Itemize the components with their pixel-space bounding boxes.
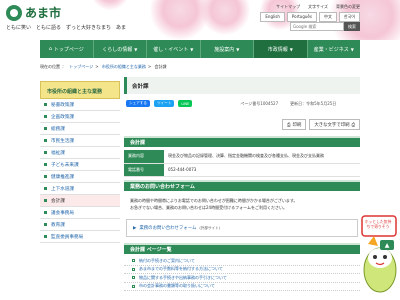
- bullet-icon: [44, 151, 47, 154]
- bullet-icon: [44, 223, 47, 226]
- facebook-share-button[interactable]: シェアする: [126, 100, 150, 107]
- info-table: 業務内容 現金及び物品の記録管理、決算、指定金融機関の検査及び各種支払、現金及び…: [124, 150, 360, 177]
- sitemap-link[interactable]: サイトマップ: [276, 4, 300, 10]
- sidebar-item[interactable]: 企画政策課: [40, 111, 120, 123]
- nav-business[interactable]: 産業・ビジネス ▼: [308, 40, 361, 58]
- contact-section-heading: 業務のお問い合わせフォーム: [124, 180, 360, 191]
- bullet-icon: [44, 187, 47, 190]
- chevron-down-icon: ▼: [190, 46, 194, 52]
- utility-links: サイトマップ 文字サイズ 背景色の変更: [276, 4, 360, 10]
- language-selector: English Português 中文 한국어: [260, 12, 360, 22]
- sidebar-item[interactable]: 監査委員事務局: [40, 231, 120, 243]
- lang-portuguese[interactable]: Português: [286, 12, 317, 22]
- sidebar-item-current[interactable]: 会計課: [40, 195, 120, 207]
- site-header: あま市 ともに笑い ともに語る ずっと大好きなまち あま サイトマップ 文字サイ…: [0, 0, 400, 40]
- bullet-icon: [132, 267, 135, 271]
- search-box: 検索: [290, 22, 360, 31]
- home-icon: ⌂: [48, 46, 52, 52]
- page-list-heading: 会計課 ページ一覧: [124, 243, 360, 254]
- chevron-down-icon: ▼: [236, 46, 240, 52]
- table-row: 業務内容 現金及び物品の記録管理、決算、指定金融機関の検査及び各種支払、現金及び…: [124, 150, 360, 164]
- sidebar-item[interactable]: 教育課: [40, 219, 120, 231]
- printer-icon: ⎙: [351, 122, 355, 128]
- page-list: 納付の手続きのご案内について あま市までの手数料等を納付する方法について 物品に…: [124, 257, 360, 291]
- sidebar-item[interactable]: 上下水道課: [40, 183, 120, 195]
- bullet-icon: [44, 139, 47, 142]
- bullet-icon: [44, 115, 47, 118]
- bullet-icon: [132, 259, 135, 263]
- list-item[interactable]: 物品に関する手続きや出納事務の手引きについて: [124, 274, 360, 283]
- sidebar-item[interactable]: 健康推進課: [40, 171, 120, 183]
- bg-color-link[interactable]: 背景色の変更: [336, 4, 360, 10]
- breadcrumb-home[interactable]: トップページ: [69, 64, 93, 69]
- nav-events[interactable]: 催し・イベント ▼: [147, 40, 201, 58]
- list-item[interactable]: 市の会計事務の書類等の取り扱いについて: [124, 283, 360, 291]
- page-title: 会計課: [124, 77, 360, 94]
- print-tools: ⎙ 印刷 大きな文字で印刷 ⎙: [124, 119, 360, 130]
- list-item[interactable]: 納付の手続きのご案内について: [124, 257, 360, 266]
- nav-facilities[interactable]: 施設案内 ▼: [201, 40, 254, 58]
- bullet-icon: [44, 175, 47, 178]
- list-item[interactable]: あま市までの手数料等を納付する方法について: [124, 266, 360, 274]
- table-row: 電話番号 052-444-0073: [124, 163, 360, 177]
- table-header-cell: 電話番号: [124, 163, 164, 176]
- tweet-button[interactable]: ツイート: [153, 100, 175, 107]
- bullet-icon: [132, 276, 135, 280]
- sidebar-item[interactable]: 市民生活課: [40, 135, 120, 147]
- contact-form-link[interactable]: ▶ 業務のお問い合わせフォーム (外部サイト): [126, 219, 358, 237]
- bullet-icon: [44, 103, 47, 106]
- table-cell: 現金及び物品の記録管理、決算、指定金融機関の検査及び各種支払、現金及び支払業務: [168, 153, 324, 158]
- breadcrumb-current: 会計課: [154, 64, 167, 69]
- breadcrumb-label: 現在の位置: [40, 64, 60, 69]
- logo-text: あま市: [25, 6, 62, 20]
- sidebar-item[interactable]: 福祉課: [40, 147, 120, 159]
- search-button[interactable]: 検索: [344, 22, 360, 31]
- bullet-icon: [44, 235, 47, 238]
- breadcrumb-org[interactable]: 市役所の組織と主な業務: [102, 64, 146, 69]
- page: あま市 ともに笑い ともに語る ずっと大好きなまち あま サイトマップ 文字サイ…: [0, 0, 400, 300]
- nav-city-info[interactable]: 市政情報 ▼: [254, 40, 308, 58]
- contact-text: 業務の時間や時間帯によりお電話でのお問い合わせが困難に時間がかかる場合がございま…: [130, 198, 298, 210]
- chevron-down-icon: ▼: [289, 46, 293, 52]
- bullet-icon: [44, 127, 47, 130]
- bullet-icon: [44, 199, 47, 202]
- global-nav: ⌂ トップページ くらしの情報 ▼ 催し・イベント ▼ 施設案内 ▼ 市政情報 ▼ 産業・…: [40, 40, 360, 58]
- bullet-icon: [132, 284, 135, 288]
- font-size-link[interactable]: 文字サイズ: [308, 4, 328, 10]
- page-id: ページ番号1004527: [240, 100, 279, 106]
- tagline: ともに笑い ともに語る ずっと大好きなまち あま: [6, 25, 127, 31]
- sidebar: 市役所の組織と主な業務 秘書政策課 企画政策課 総務課 市民生活課 福祉課 子ど…: [40, 81, 120, 243]
- nav-home[interactable]: ⌂ トップページ: [40, 40, 94, 58]
- table-header-cell: 業務内容: [124, 150, 164, 163]
- site-logo[interactable]: あま市: [6, 4, 61, 21]
- chevron-down-icon: ▼: [350, 46, 354, 52]
- lang-chinese[interactable]: 中文: [318, 12, 337, 22]
- print-button[interactable]: ⎙ 印刷: [282, 119, 307, 130]
- city-emblem-icon: [6, 4, 22, 21]
- large-print-button[interactable]: 大きな文字で印刷 ⎙: [309, 119, 360, 130]
- table-cell: 052-444-0073: [168, 166, 197, 172]
- mascot-sign-text: ホッとした気持ちで寄りそう: [364, 219, 392, 229]
- sidebar-item[interactable]: 議会事務局: [40, 207, 120, 219]
- printer-icon: ⎙: [287, 122, 291, 128]
- nav-living[interactable]: くらしの情報 ▼: [94, 40, 147, 58]
- main-content: 会計課 シェアする ツイート LINE ページ番号1004527 更新日：令和5…: [124, 77, 360, 291]
- arrow-right-icon: ▶: [133, 225, 137, 231]
- bullet-icon: [44, 163, 47, 166]
- lang-english[interactable]: English: [260, 12, 285, 22]
- sidebar-item[interactable]: 総務課: [40, 123, 120, 135]
- chevron-down-icon: ▼: [134, 46, 138, 52]
- line-share-button[interactable]: LINE: [178, 100, 193, 107]
- sidebar-item[interactable]: 子ども未来課: [40, 159, 120, 171]
- bullet-icon: [44, 211, 47, 214]
- breadcrumb: 現在の位置： トップページ > 市役所の組織と主な業務 > 会計課: [40, 64, 167, 69]
- search-input[interactable]: [290, 22, 344, 31]
- sidebar-heading[interactable]: 市役所の組織と主な業務: [40, 81, 120, 99]
- sidebar-item[interactable]: 秘書政策課: [40, 99, 120, 111]
- updated-date: 更新日：令和5年5月25日: [290, 100, 337, 106]
- page-top-button[interactable]: ▲: [380, 240, 394, 250]
- lang-korean[interactable]: 한국어: [338, 12, 360, 22]
- section-heading: 会計課: [124, 136, 360, 147]
- share-row: シェアする ツイート LINE ページ番号1004527 更新日：令和5年5月2…: [124, 100, 360, 107]
